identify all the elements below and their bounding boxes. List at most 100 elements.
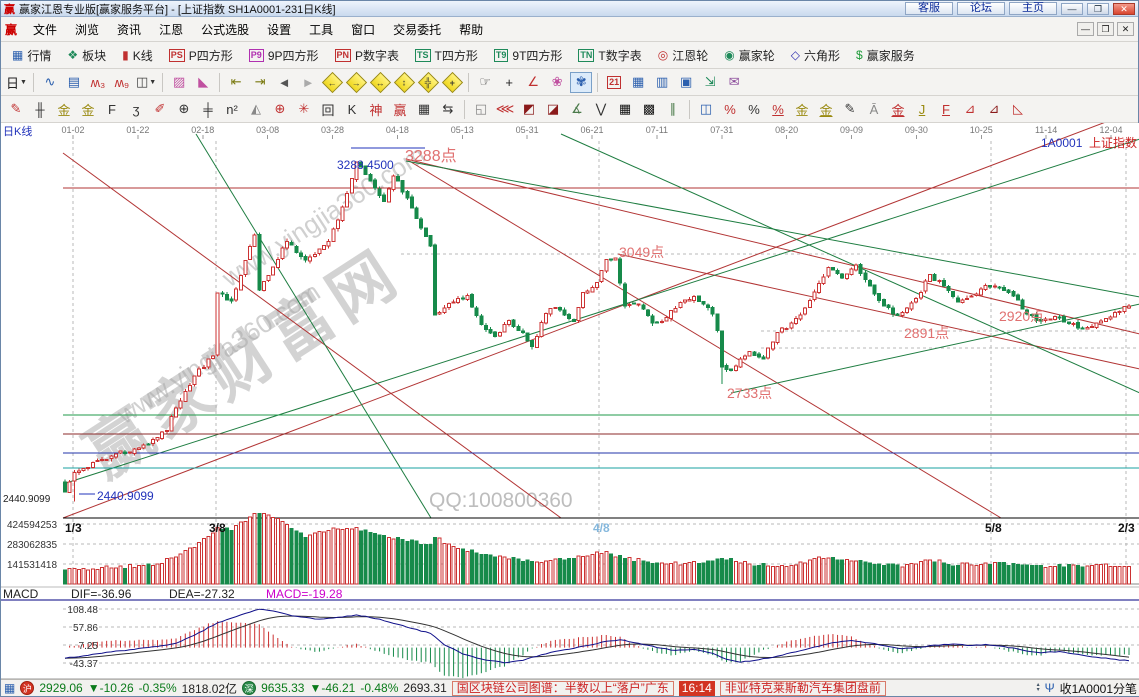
price-chart[interactable]: 01-0201-2202-1803-0803-2804-1805-1305-31… [1,123,1139,681]
gann-compass-icon[interactable]: ⊕ [269,99,291,120]
doc-minimize-button[interactable]: — [1077,22,1094,36]
homepage-button[interactable]: 主页 [1009,2,1057,15]
menu-item[interactable]: 浏览 [66,18,108,41]
quote-table-icon[interactable]: ▦ [4,681,15,695]
shen-tool-icon[interactable]: 神 [365,99,387,120]
f-angle-icon[interactable]: F [935,99,957,120]
speed-angle-icon[interactable]: ⊿ [959,99,981,120]
avg-channel-icon[interactable]: Ā [863,99,885,120]
angle-fan-icon[interactable]: ∡ [566,99,588,120]
dense-grid-a-icon[interactable]: ▦ [614,99,636,120]
export-icon[interactable]: ⇲ [699,72,721,93]
doc-close-button[interactable]: ✕ [1117,22,1134,36]
gold-level-icon[interactable]: 金 [815,99,837,120]
t-square-button[interactable]: TST四方形 [408,45,485,66]
fib-grid-icon[interactable]: F [101,99,123,120]
save-icon[interactable]: ▣ [675,72,697,93]
calculator-icon[interactable]: ▦ [627,72,649,93]
calendar-icon[interactable]: 21 [603,72,625,93]
mirror-tool-icon[interactable]: ◭ [245,99,267,120]
pct-tool-red-icon[interactable]: % [719,99,741,120]
p-square-button[interactable]: PSP四方形 [162,45,240,66]
menu-item[interactable]: 工具 [300,18,342,41]
menu-item[interactable]: 交易委托 [384,18,450,41]
min3-chart-icon[interactable]: ʍ₃ [87,72,109,93]
brain-tool-icon[interactable]: ✾ [570,72,592,93]
gann-right-icon[interactable]: → [345,72,367,93]
draw-brush2-icon[interactable]: ✐ [149,99,171,120]
circle-grid-icon[interactable]: ⊕ [173,99,195,120]
slant-lines-icon[interactable]: ∥ [662,99,684,120]
winner-service-button[interactable]: $赢家服务 [849,45,922,66]
pan-hand-icon[interactable]: ☞ [474,72,496,93]
forum-button[interactable]: 论坛 [957,2,1005,15]
stat-table-icon[interactable]: ◫ [695,99,717,120]
v-wave-icon[interactable]: ⋁ [590,99,612,120]
pattern-tool-icon[interactable]: ▨ [168,72,190,93]
close-button[interactable]: ✕ [1113,3,1135,15]
chart-region[interactable]: www.yingjia360.com 赢家财富网 www.yingjia360.… [1,123,1139,681]
window-box-icon[interactable]: ◱ [470,99,492,120]
menu-item[interactable]: 窗口 [342,18,384,41]
line-grid-icon[interactable]: ╪ [197,99,219,120]
menu-item[interactable]: 江恩 [150,18,192,41]
restore-button[interactable]: ❐ [1087,3,1109,15]
crosshair-icon[interactable]: + [498,72,520,93]
ying-angle-icon[interactable]: ⊿ [983,99,1005,120]
news-ticker-1[interactable]: 国区块链公司图谱：半数以上“落户”广东 [452,681,674,696]
gann-vertical-icon[interactable]: ↕ [393,72,415,93]
ink-brush-icon[interactable]: ✎ [839,99,861,120]
h-span-icon[interactable]: ⇆ [437,99,459,120]
pct-level-icon[interactable]: % [767,99,789,120]
menu-item[interactable]: 公式选股 [192,18,258,41]
news-ticker-2[interactable]: 非亚特克莱斯勒汽车集团盘前 [720,681,886,696]
9t-square-button[interactable]: T99T四方形 [487,45,570,66]
t-number-button[interactable]: TNT数字表 [571,45,648,66]
9p-square-button[interactable]: P99P四方形 [242,45,326,66]
gann-hgrid-icon[interactable]: ╫ [29,99,51,120]
gann-wheel-button[interactable]: ◎江恩轮 [651,45,716,66]
gann-wheel-small-icon[interactable]: ✳ [293,99,315,120]
ying-tool-icon[interactable]: 赢 [389,99,411,120]
gann-cross-icon[interactable]: ╬ [417,72,439,93]
fan-square-a-icon[interactable]: ◩ [518,99,540,120]
fan-square-b-icon[interactable]: ◪ [542,99,564,120]
ticker-spinner[interactable]: ▴ ▾ [1037,683,1040,693]
menu-item[interactable]: 资讯 [108,18,150,41]
go-first-icon[interactable]: ⇤ [225,72,247,93]
gold-grid-b-icon[interactable]: 金 [77,99,99,120]
notepad-icon[interactable]: ▥ [651,72,673,93]
menu-item[interactable]: 设置 [258,18,300,41]
flower-tool-icon[interactable]: ❀ [546,72,568,93]
go-last-icon[interactable]: ⇥ [249,72,271,93]
gann-horizontal-icon[interactable]: ↔ [369,72,391,93]
mail-send-icon[interactable]: ✉ [723,72,745,93]
gold-circle-icon[interactable]: 金 [791,99,813,120]
price-ruler-icon[interactable]: ▦ [413,99,435,120]
go-next-icon[interactable]: ► [297,72,319,93]
ray-fan-icon[interactable]: ⋘ [494,99,516,120]
candle-style-icon[interactable]: ◫▼ [135,72,157,93]
menu-item[interactable]: 文件 [24,18,66,41]
quotes-button[interactable]: ▦行情 [5,45,58,66]
period-day-icon[interactable]: 日▼ [5,72,28,93]
dense-grid-b-icon[interactable]: ▩ [638,99,660,120]
j-angle-icon[interactable]: J [911,99,933,120]
minimize-button[interactable]: — [1061,3,1083,15]
square-n2-icon[interactable]: n² [221,99,243,120]
signal-flag-icon[interactable]: ◣ [192,72,214,93]
gold-red-icon[interactable]: 金 [887,99,909,120]
draw-brush-icon[interactable]: ✎ [5,99,27,120]
spinner-down-icon[interactable]: ▾ [1037,688,1040,693]
menu-item[interactable]: 帮助 [450,18,492,41]
sectors-button[interactable]: ❖板块 [60,45,113,66]
k-angle-icon[interactable]: K [341,99,363,120]
gold-grid-a-icon[interactable]: 金 [53,99,75,120]
min9-chart-icon[interactable]: ʍ₉ [111,72,133,93]
kline-button[interactable]: ▮K线 [115,45,160,66]
trend-chart-icon[interactable]: ∿ [39,72,61,93]
angle-measure-icon[interactable]: ∠ [522,72,544,93]
doc-restore-button[interactable]: ❐ [1097,22,1114,36]
spiral-square-icon[interactable]: 回 [317,99,339,120]
gann-left-icon[interactable]: ← [321,72,343,93]
